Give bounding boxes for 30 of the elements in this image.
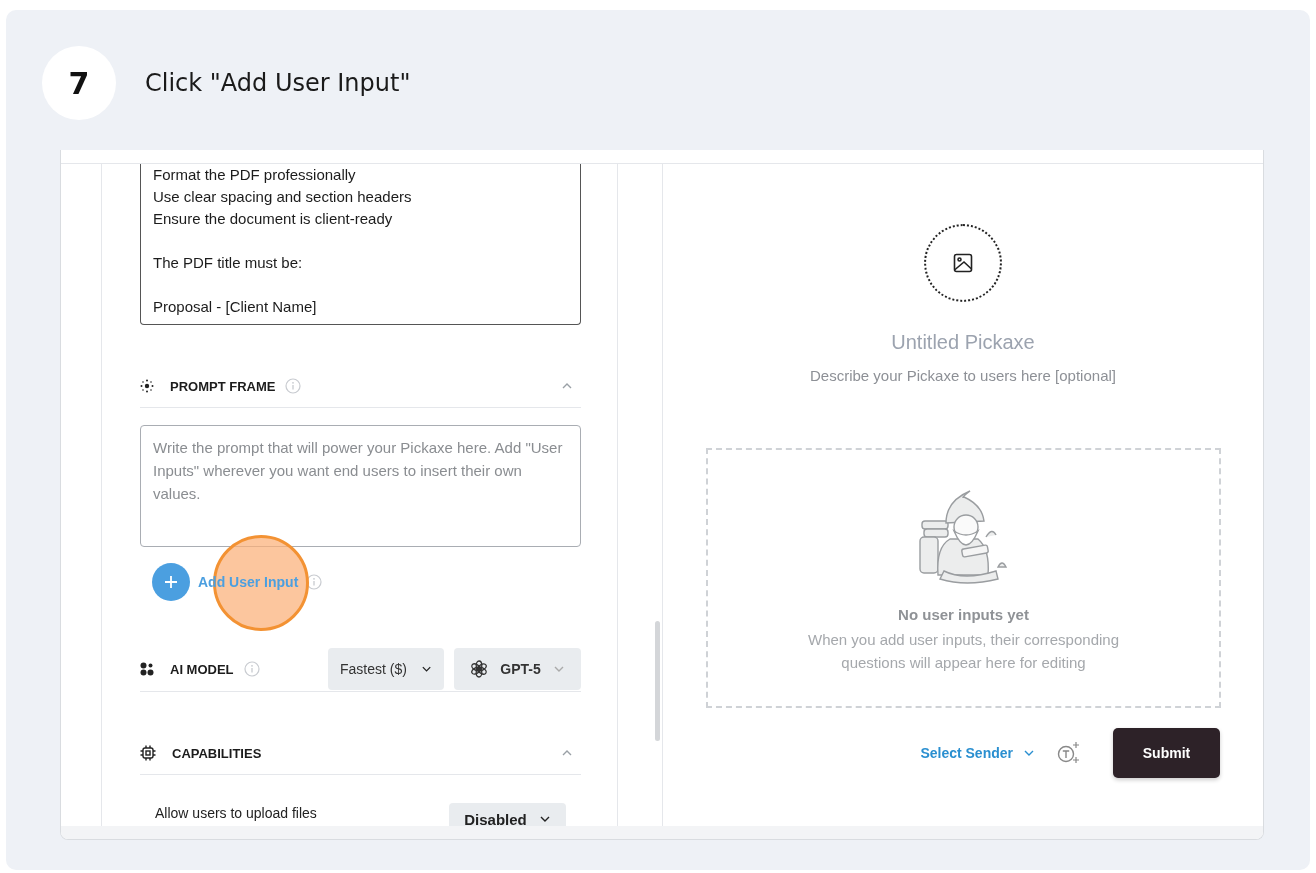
instructions-field[interactable]: Format the PDF professionally Use clear spacing and section headers Ensure the document is client-ready The PDF title must be: Proposal - [Client Name] [140, 164, 581, 325]
submit-button[interactable]: Submit [1113, 728, 1220, 778]
image-upload-button[interactable] [924, 224, 1002, 302]
section-header[interactable]: CAPABILITIES [140, 732, 581, 775]
chip-icon [140, 745, 156, 761]
image-icon [953, 253, 973, 273]
crosshair-icon [140, 379, 154, 393]
plus-icon [165, 576, 177, 588]
add-button[interactable] [152, 563, 190, 601]
info-icon[interactable] [306, 574, 323, 590]
scrollbar-thumb[interactable] [655, 621, 660, 741]
section-title: AI MODEL [170, 661, 234, 677]
section-title: CAPABILITIES [172, 745, 262, 761]
step-instruction: Click "Add User Input" [145, 69, 411, 97]
section-title: PROMPT FRAME [170, 378, 276, 394]
empty-title: No user inputs yet [898, 605, 1029, 625]
empty-description: When you add user inputs, their corresponding questions will appear here for editing [807, 630, 1120, 673]
step-number: 7 [42, 46, 116, 120]
prompt-field[interactable]: Write the prompt that will power your Pickaxe here. Add "User Inputs" wherever you want end users to insert their own values. [140, 425, 581, 547]
info-icon[interactable] [243, 661, 260, 677]
capability-dropdown[interactable]: Disabled [449, 803, 566, 826]
select-sender-dropdown[interactable]: Select Sender [920, 745, 1035, 761]
speed-dropdown[interactable]: Fastest ($) [328, 648, 444, 690]
dots-grid-icon [140, 662, 154, 676]
section-header[interactable]: PROMPT FRAME [140, 365, 581, 408]
model-dropdown[interactable]: GPT-5 [454, 648, 581, 690]
info-icon[interactable] [285, 378, 302, 394]
capability-label: Allow users to upload files [155, 805, 317, 821]
model-logo-icon [470, 660, 489, 678]
text-sparkle-icon[interactable] [1057, 741, 1081, 765]
